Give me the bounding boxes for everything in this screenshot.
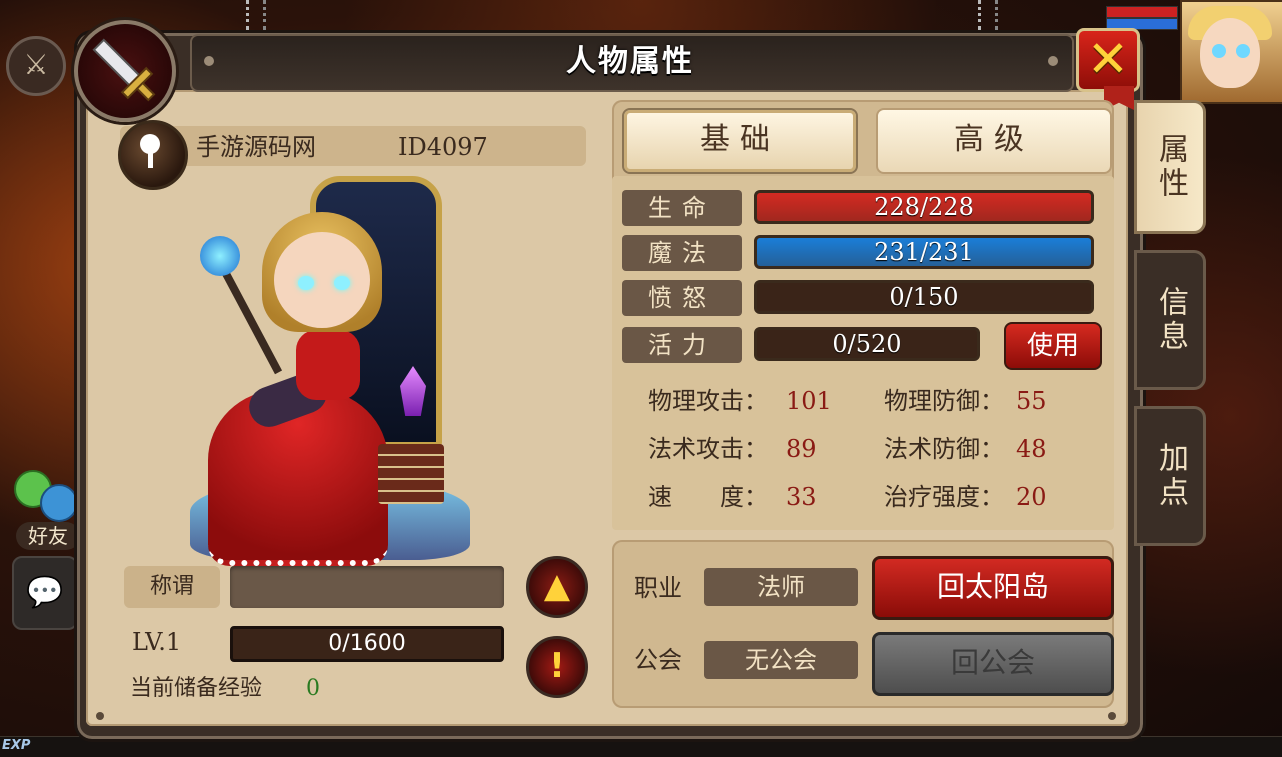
hp-mini-bar [1106, 6, 1178, 18]
exp-progress-text: 0/1600 [328, 631, 406, 656]
avatar-face [1200, 18, 1260, 88]
arrow-up-icon[interactable]: ▲ [526, 556, 588, 618]
profession-value: 法师 [704, 568, 858, 606]
side-tab-info[interactable]: 信息 [1134, 250, 1206, 390]
attr-physical-attack-label: 物理攻击： [648, 387, 768, 415]
attr-magic-attack-value: 89 [786, 435, 817, 463]
character-head [274, 232, 370, 328]
hp-label: 生命 [622, 190, 742, 226]
screw-decoration [96, 712, 104, 720]
side-tab-add-points[interactable]: 加点 [1134, 406, 1206, 546]
attr-healing-label: 治疗强度： [884, 483, 1004, 511]
name-bar [120, 126, 586, 166]
exclamation-icon[interactable]: ! [526, 636, 588, 698]
mp-label: 魔法 [622, 235, 742, 271]
guild-label: 公会 [634, 646, 682, 674]
profession-label: 职业 [634, 574, 682, 602]
book-stack [378, 444, 444, 504]
attr-magic-defense-label: 法术防御： [884, 435, 1004, 463]
return-sun-island-button[interactable]: 回太阳岛 [872, 556, 1114, 620]
vitality-value: 0/520 [832, 330, 902, 358]
title-field[interactable] [230, 566, 504, 608]
player-name: 手游源码网 [196, 133, 316, 161]
chain-decoration [246, 0, 266, 30]
avatar-eye [1212, 44, 1226, 58]
guild-value: 无公会 [704, 641, 858, 679]
character-torso [296, 330, 360, 400]
hp-value: 228/228 [874, 193, 974, 221]
exp-label: EXP [2, 738, 31, 753]
screw-decoration [1108, 712, 1116, 720]
character-eye [298, 276, 314, 290]
window-title: 人物属性 [566, 44, 694, 79]
chat-icon[interactable]: 💬 [12, 556, 78, 630]
attr-healing-value: 20 [1016, 483, 1047, 511]
stored-exp-label: 当前储备经验 [130, 676, 263, 701]
attr-physical-defense-value: 55 [1016, 387, 1047, 415]
chain-decoration [978, 0, 998, 30]
attr-physical-attack-value: 101 [786, 387, 832, 415]
level-label: LV.1 [132, 628, 182, 656]
key-icon [118, 120, 188, 190]
key-icon-stem [148, 150, 153, 168]
stored-exp-value: 0 [306, 676, 320, 701]
mp-value: 231/231 [874, 238, 974, 266]
attr-magic-attack-label: 法术攻击： [648, 435, 768, 463]
staff-gem [200, 236, 240, 276]
attr-magic-defense-value: 48 [1016, 435, 1047, 463]
friend-icon[interactable] [40, 484, 78, 522]
side-tab-attributes[interactable]: 属性 [1134, 100, 1206, 234]
rage-value: 0/150 [889, 283, 959, 311]
return-guild-button[interactable]: 回公会 [872, 632, 1114, 696]
tab-advanced[interactable]: 高级 [876, 108, 1112, 174]
avatar-eye [1236, 44, 1250, 58]
title-label: 称谓 [124, 566, 220, 608]
rage-label: 愤怒 [622, 280, 742, 316]
friend-label[interactable]: 好友 [16, 522, 80, 550]
attr-speed-value: 33 [786, 483, 817, 511]
close-button[interactable]: ✕ [1076, 28, 1140, 92]
player-id: ID4097 [398, 133, 488, 161]
attr-speed-label: 速 度： [648, 483, 768, 511]
use-button[interactable]: 使用 [1004, 322, 1102, 370]
tab-basic[interactable]: 基础 [622, 108, 858, 174]
vitality-label: 活力 [622, 327, 742, 363]
character-eye [334, 276, 350, 290]
attr-physical-defense-label: 物理防御： [884, 387, 1004, 415]
back-sword-icon[interactable]: ⚔ [6, 36, 66, 96]
sword-icon [74, 20, 176, 122]
